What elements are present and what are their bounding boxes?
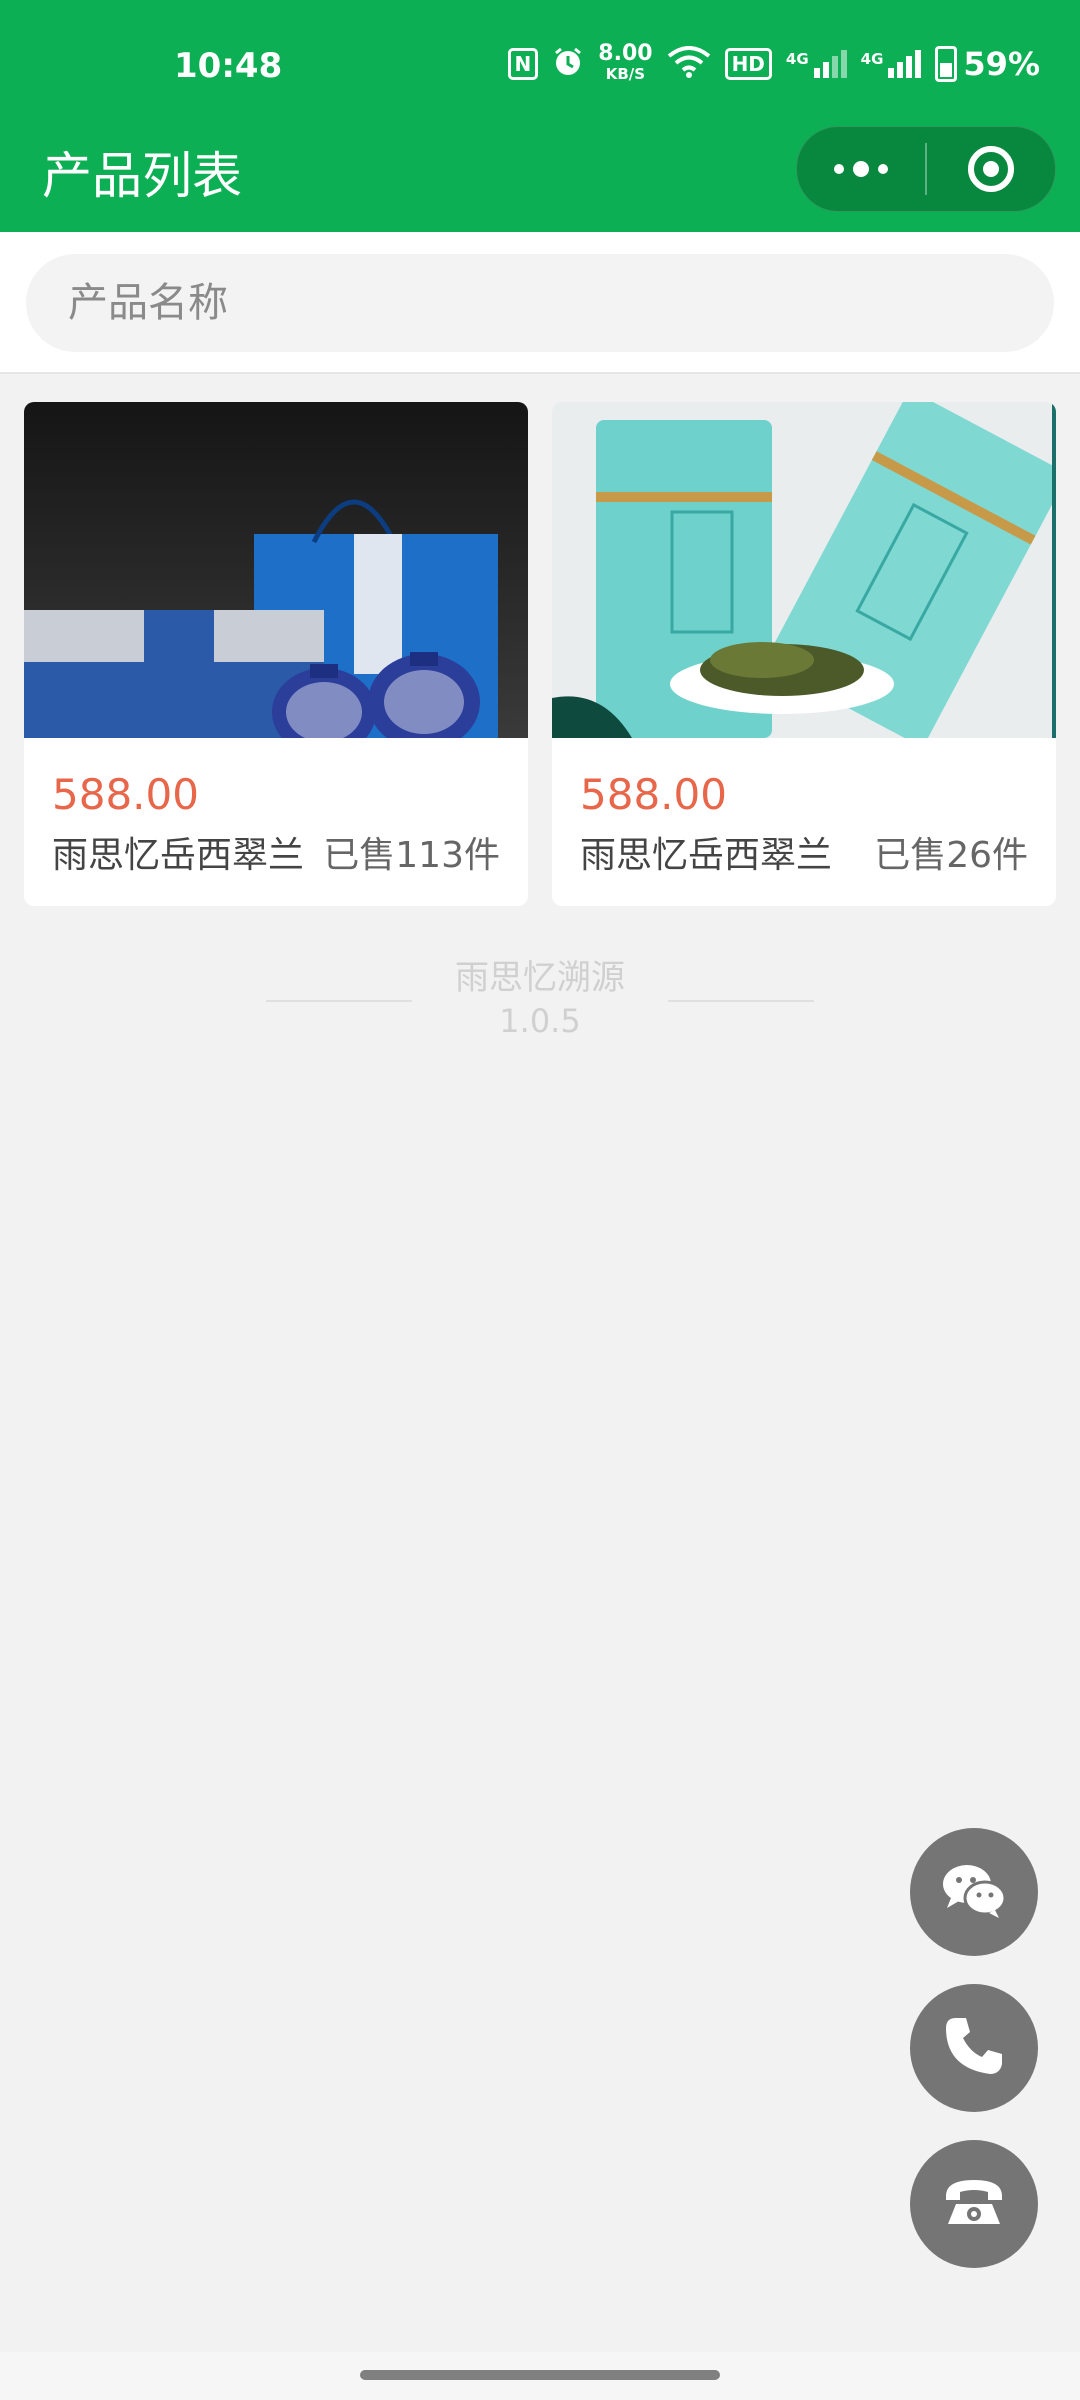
close-miniprogram-button[interactable] xyxy=(927,127,1055,211)
hd-icon: HD xyxy=(724,48,772,80)
wechat-contact-button[interactable] xyxy=(910,1828,1038,1956)
page-title: 产品列表 xyxy=(42,147,242,205)
product-image xyxy=(552,402,1056,738)
telephone-button[interactable] xyxy=(910,2140,1038,2268)
signal-icon-sim2: 4G xyxy=(861,50,922,78)
product-card[interactable]: 588.00 雨思忆岳西翠兰 已售113件 xyxy=(24,402,528,906)
miniprogram-capsule xyxy=(796,126,1056,212)
footer-version: 1.0.5 xyxy=(499,1002,581,1040)
footer-brand: 雨思忆溯源 xyxy=(455,958,625,998)
wifi-icon xyxy=(667,46,711,82)
signal-icon-sim1: 4G xyxy=(786,50,847,78)
network-speed: 8.00 KB/S xyxy=(598,41,653,84)
phone-icon xyxy=(942,2014,1006,2082)
footer: 雨思忆溯源 1.0.5 xyxy=(0,950,1080,1050)
more-button[interactable] xyxy=(797,127,925,211)
battery-indicator: 59% xyxy=(935,45,1040,83)
product-price: 588.00 xyxy=(580,770,727,819)
product-sold-count: 已售26件 xyxy=(874,835,1028,876)
status-time: 10:48 xyxy=(174,46,283,86)
battery-icon xyxy=(935,46,958,82)
phone-call-button[interactable] xyxy=(910,1984,1038,2112)
product-name: 雨思忆岳西翠兰 xyxy=(52,835,305,876)
telephone-icon xyxy=(942,2176,1006,2232)
product-image xyxy=(24,402,528,738)
target-icon xyxy=(968,146,1014,192)
nfc-icon: N xyxy=(507,48,539,80)
wechat-icon xyxy=(941,1862,1007,1922)
status-icons: N 8.00 KB/S HD 4G 4G 59% xyxy=(507,41,1040,84)
product-price: 588.00 xyxy=(52,770,199,819)
search-input[interactable] xyxy=(26,254,1054,352)
alarm-icon xyxy=(552,46,584,82)
product-sold-count: 已售113件 xyxy=(323,835,500,876)
product-card[interactable]: 588.00 雨思忆岳西翠兰 已售26件 xyxy=(552,402,1056,906)
app-header: 10:48 N 8.00 KB/S HD 4G 4G 59% 产品列表 xyxy=(0,0,1080,232)
search-bar xyxy=(0,232,1080,374)
product-name: 雨思忆岳西翠兰 xyxy=(580,835,833,876)
more-dots-icon xyxy=(834,161,888,177)
home-indicator[interactable] xyxy=(360,2370,720,2380)
